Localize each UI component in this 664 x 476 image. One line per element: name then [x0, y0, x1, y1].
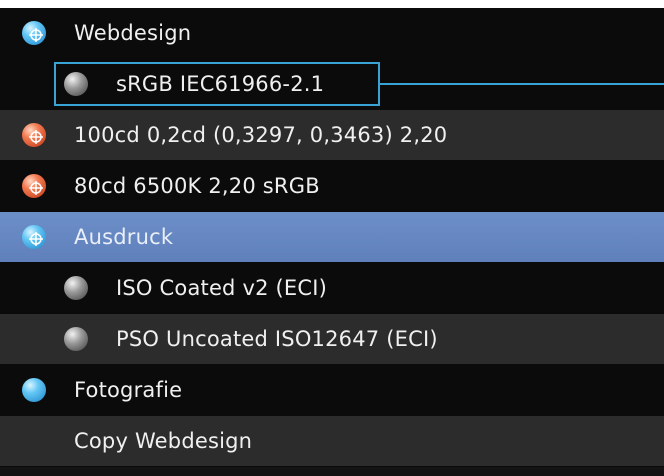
list-item-label: Fotografie: [74, 378, 183, 402]
profile-list: Webdesign sRGB IEC61966-2.1 100cd 0,2cd …: [0, 8, 664, 476]
list-item-webdesign[interactable]: Webdesign: [0, 8, 664, 59]
blue-target-icon: [22, 225, 46, 249]
list-item-pso-uncoated[interactable]: PSO Uncoated ISO12647 (ECI): [0, 314, 664, 365]
list-item-80cd[interactable]: 80cd 6500K 2,20 sRGB: [0, 161, 664, 212]
list-item-label: 100cd 0,2cd (0,3297, 0,3463) 2,20: [74, 123, 448, 147]
gray-sphere-icon: [64, 276, 88, 300]
list-item-label: 80cd 6500K 2,20 sRGB: [74, 174, 320, 198]
list-item-iso-coated[interactable]: ISO Coated v2 (ECI): [0, 263, 664, 314]
gray-sphere-icon: [64, 327, 88, 351]
list-item-ausdruck[interactable]: Ausdruck: [0, 212, 664, 263]
gray-sphere-icon: [64, 72, 88, 96]
list-item-label: sRGB IEC61966-2.1: [116, 72, 325, 96]
list-item-copy-webdesign[interactable]: Copy Webdesign: [0, 416, 664, 467]
list-item-label: PSO Uncoated ISO12647 (ECI): [116, 327, 438, 351]
red-target-icon: [22, 123, 46, 147]
list-item-label: Copy Webdesign: [74, 429, 253, 453]
list-item-srgb[interactable]: sRGB IEC61966-2.1: [0, 59, 664, 110]
list-item-100cd[interactable]: 100cd 0,2cd (0,3297, 0,3463) 2,20: [0, 110, 664, 161]
list-item-label: ISO Coated v2 (ECI): [116, 276, 328, 300]
red-target-icon: [22, 174, 46, 198]
callout-line: [380, 83, 664, 85]
list-item-label: Ausdruck: [74, 225, 174, 249]
top-strip: [0, 0, 664, 8]
blue-target-icon: [22, 21, 46, 45]
blue-sphere-icon: [22, 378, 46, 402]
list-item-label: Webdesign: [74, 21, 192, 45]
list-item-fotografie[interactable]: Fotografie: [0, 365, 664, 416]
